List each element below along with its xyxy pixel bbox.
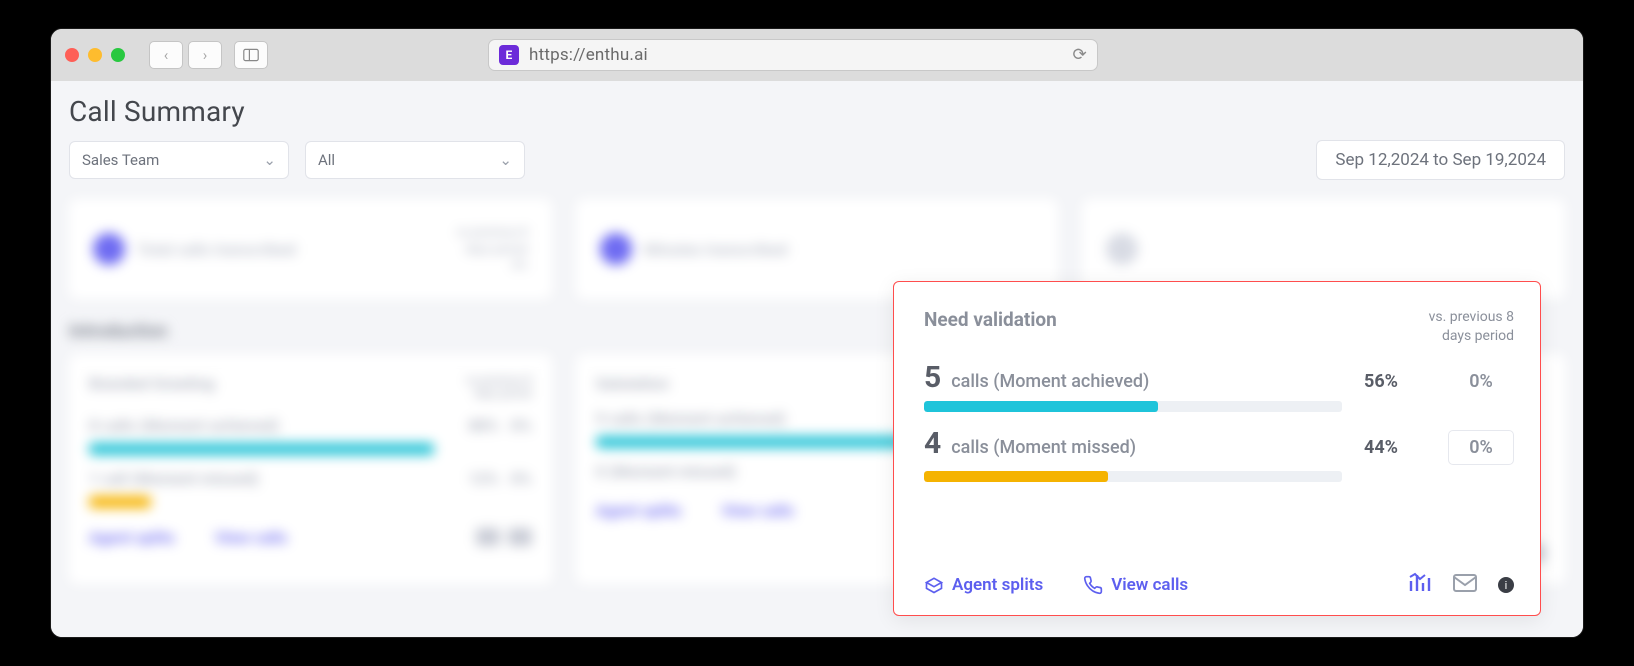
agent-select[interactable]: All ⌄ [305,141,525,179]
mail-icon [1452,571,1478,595]
missed-count: 4 [924,426,941,461]
achieved-pct: 56% [1364,371,1398,392]
compare-label: vs. previous 8 days period [1429,308,1514,346]
minimize-window-button[interactable] [88,48,102,62]
app-viewport: Call Summary Sales Team ⌄ All ⌄ Sep 12,2… [51,81,1583,637]
info-button[interactable]: i [1498,577,1514,593]
agent-select-value: All [318,151,335,169]
chevron-left-icon: ‹ [164,46,169,64]
close-window-button[interactable] [65,48,79,62]
address-bar[interactable]: E https://enthu.ai ⟳ [488,39,1098,71]
phone-icon [1083,575,1103,595]
need-validation-card: Need validation vs. previous 8 days peri… [893,281,1541,616]
card-title: Need validation [924,308,1057,331]
achieved-prev-pct: 0% [1448,371,1514,392]
team-select-value: Sales Team [82,151,159,169]
browser-titlebar: ‹ › E https://enthu.ai ⟳ [51,29,1583,81]
metric-achieved: 5 calls (Moment achieved) 56% 0% [924,360,1514,412]
window-controls [65,48,125,62]
missed-pct: 44% [1364,437,1398,458]
maximize-window-button[interactable] [111,48,125,62]
sidebar-icon [243,48,259,62]
achieved-bar [924,401,1342,412]
view-calls-label: View calls [1111,575,1188,595]
agent-splits-button[interactable]: Agent splits [924,575,1043,595]
achieved-count: 5 [924,360,941,395]
trend-chart-button[interactable] [1408,571,1434,599]
site-favicon: E [499,45,519,65]
missed-label: calls (Moment missed) [951,437,1136,458]
chevron-down-icon: ⌄ [263,151,276,169]
sidebar-toggle-button[interactable] [234,41,268,69]
nav-buttons: ‹ › [149,41,222,69]
missed-prev-pct: 0% [1448,430,1514,465]
card-actions: Agent splits View calls i [924,561,1514,599]
reload-button[interactable]: ⟳ [1073,45,1087,65]
achieved-bar-fill [924,401,1158,412]
date-range-picker[interactable]: Sep 12,2024 to Sep 19,2024 [1316,140,1565,180]
page-title: Call Summary [69,95,1565,128]
missed-bar-fill [924,471,1108,482]
filter-toolbar: Sales Team ⌄ All ⌄ Sep 12,2024 to Sep 19… [69,140,1565,180]
agent-splits-label: Agent splits [952,575,1043,595]
url-text: https://enthu.ai [529,45,1073,65]
browser-window: ‹ › E https://enthu.ai ⟳ Call Summary Sa… [50,28,1584,638]
email-button[interactable] [1452,571,1478,599]
chevron-right-icon: › [203,46,208,64]
trend-chart-icon [1408,571,1434,595]
team-select[interactable]: Sales Team ⌄ [69,141,289,179]
date-range-value: Sep 12,2024 to Sep 19,2024 [1335,150,1546,170]
reload-icon: ⟳ [1073,45,1087,65]
metric-missed: 4 calls (Moment missed) 44% 0% [924,426,1514,482]
chevron-down-icon: ⌄ [499,151,512,169]
info-icon: i [1505,579,1508,592]
back-button[interactable]: ‹ [149,41,183,69]
forward-button[interactable]: › [188,41,222,69]
missed-bar [924,471,1342,482]
box-icon [924,575,944,595]
achieved-label: calls (Moment achieved) [951,371,1149,392]
view-calls-button[interactable]: View calls [1083,575,1188,595]
